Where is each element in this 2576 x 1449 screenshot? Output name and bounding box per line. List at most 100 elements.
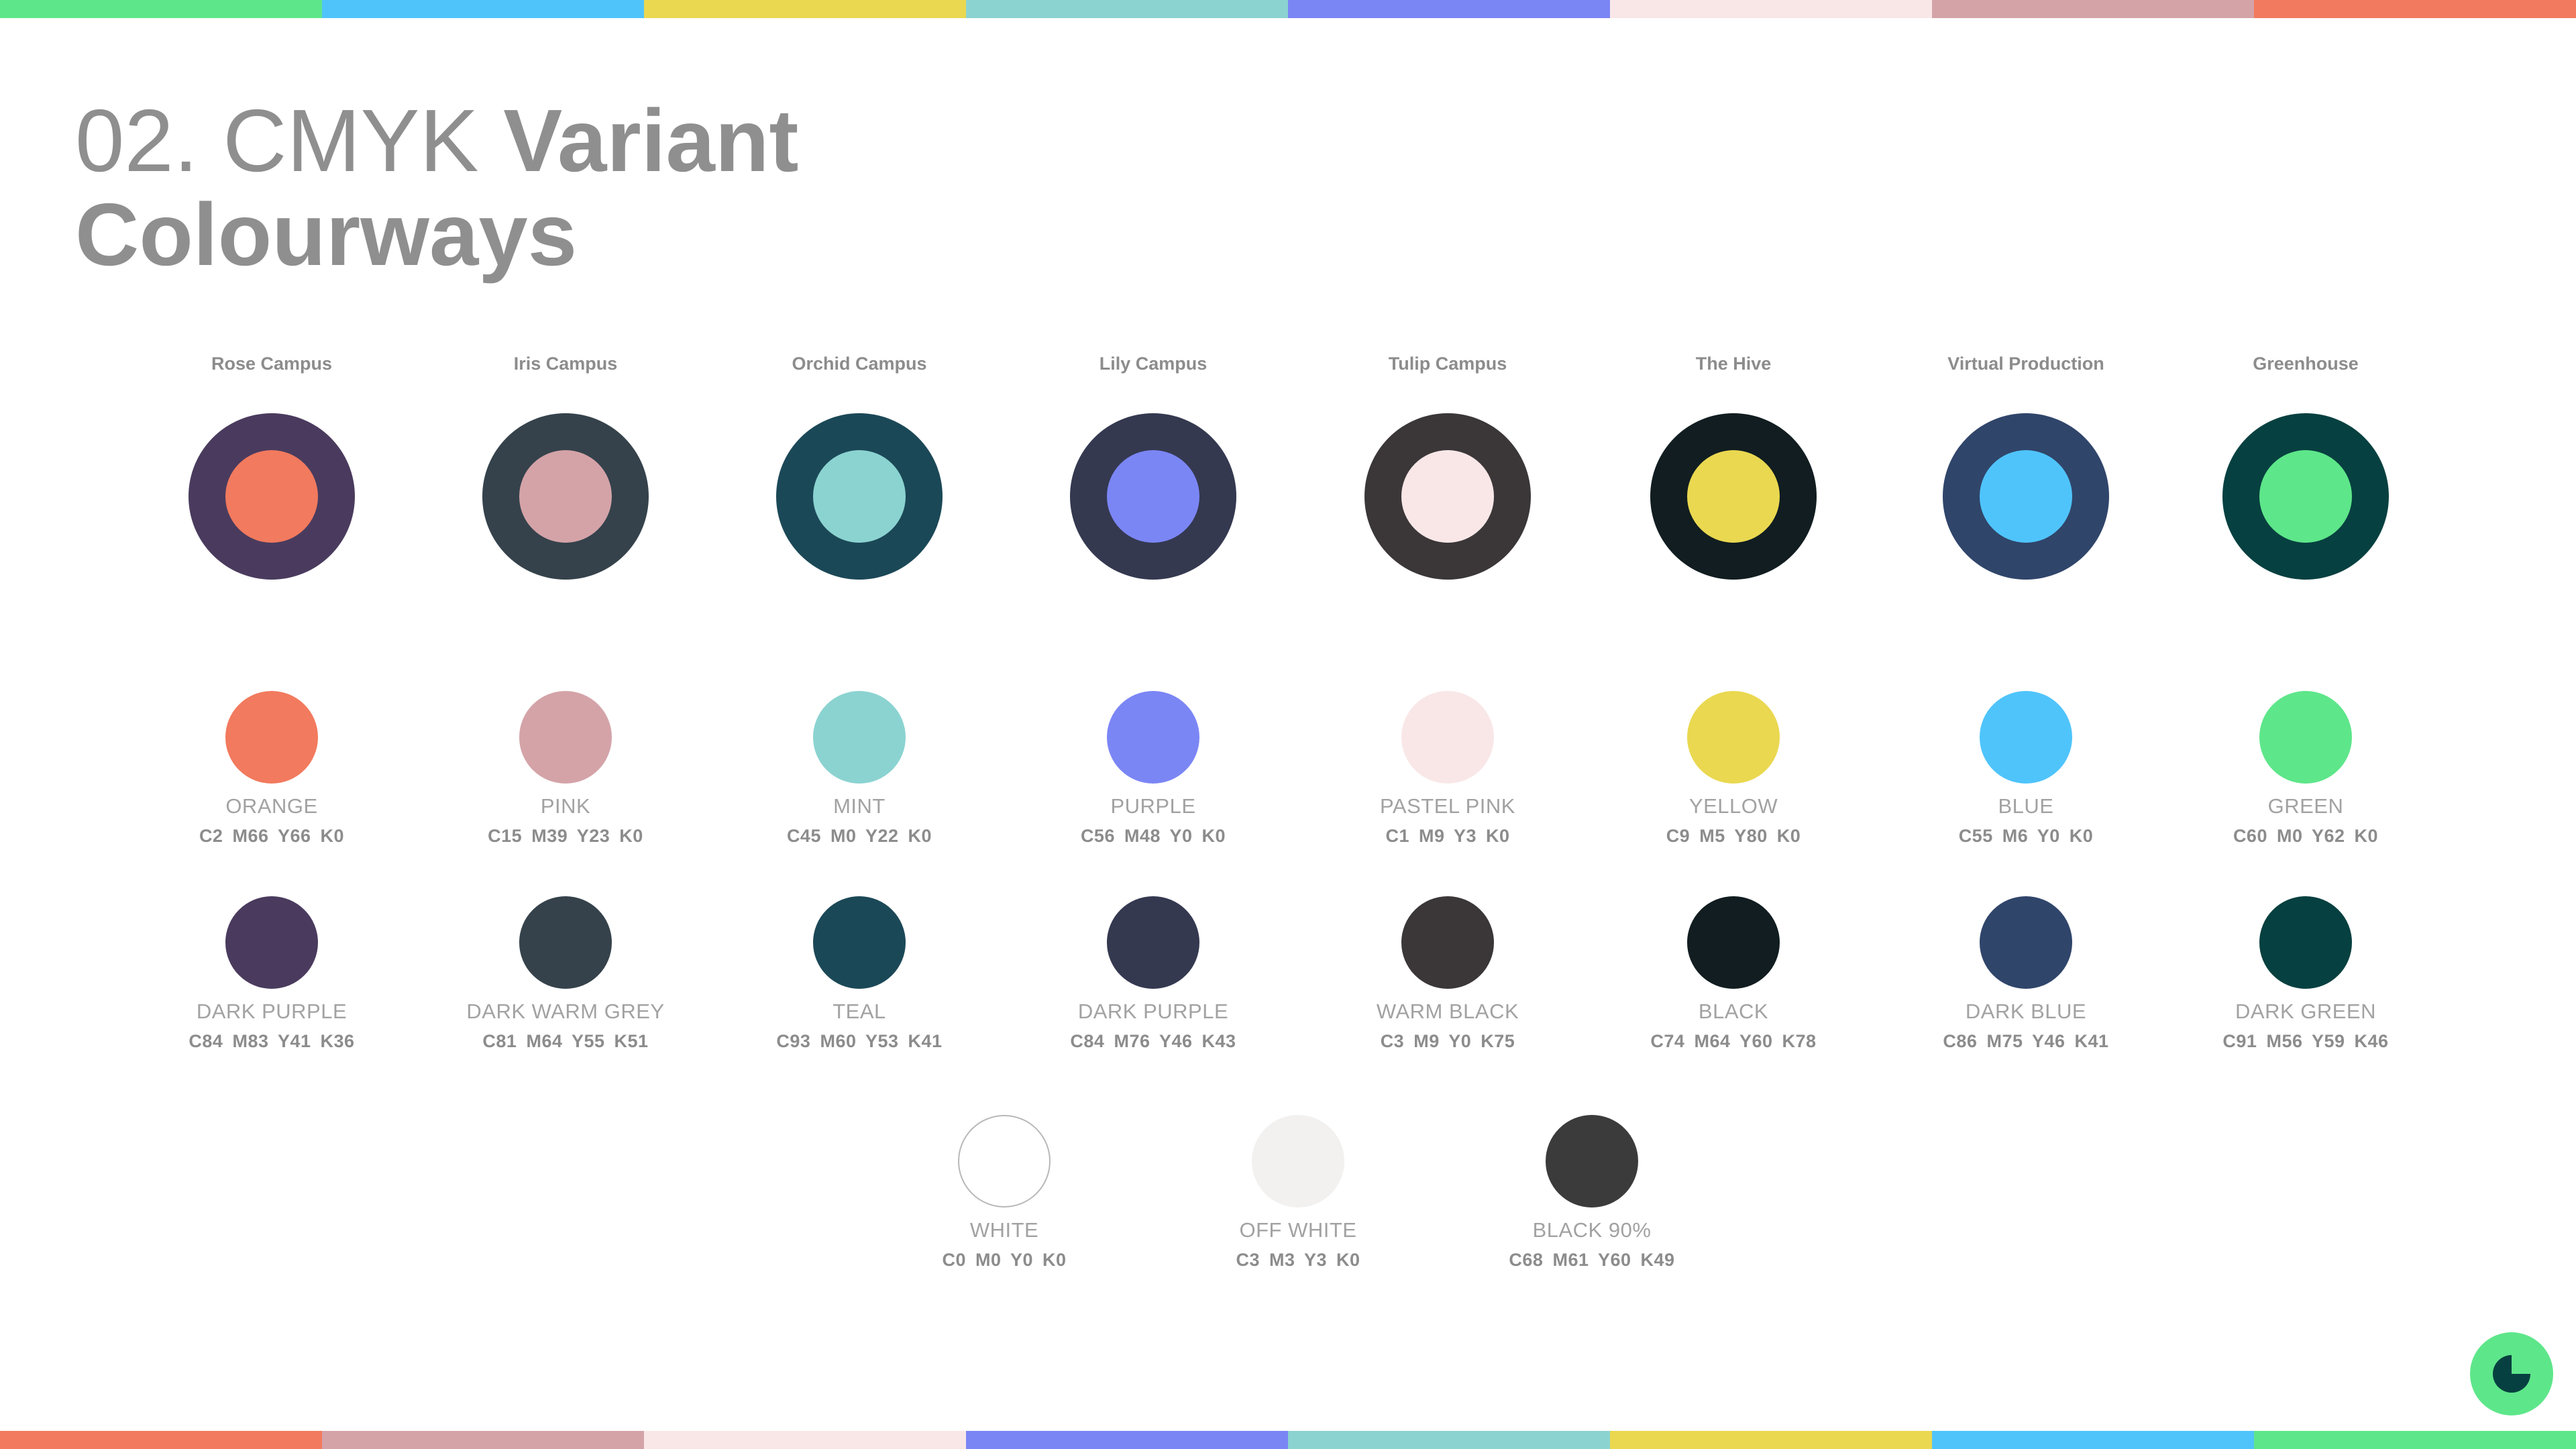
swatch-name: BLACK 90% [1532,1218,1652,1242]
brand-logo-icon [2470,1332,2553,1415]
title-colourways: Colourways [75,185,578,284]
campus-item: Iris Campus [418,350,713,580]
swatch-dot [1980,896,2072,989]
campus-ring-inner [1687,450,1780,543]
swatch-name: DARK GREEN [2235,1000,2376,1023]
bottom-stripe-segment [1932,1431,2254,1449]
color-swatch: BLACK 90% C68 M61 Y60 K49 [1451,1115,1733,1272]
swatch-name: WARM BLACK [1376,1000,1519,1023]
swatch-name: DARK PURPLE [1077,1000,1229,1023]
color-swatch: PASTEL PINK C1 M9 Y3 K0 [1307,691,1589,848]
campus-ring-inner [1401,450,1494,543]
swatch-name: PURPLE [1110,794,1196,818]
swatch-cmyk-code: C45 M0 Y22 K0 [786,826,932,846]
swatch-dot [1252,1115,1344,1208]
swatch-dot [1107,896,1199,989]
swatch-dot [225,691,318,784]
swatch-cmyk-code: C56 M48 Y0 K0 [1080,826,1226,846]
swatch-dot [1401,896,1494,989]
swatch-dot [1546,1115,1638,1208]
swatch-dot [813,896,906,989]
campus-ring [2222,413,2389,580]
swatch-cmyk-code: C84 M83 Y41 K36 [189,1031,355,1051]
campus-ring-inner [1107,450,1199,543]
bottom-stripe-segment [2254,1431,2576,1449]
campus-ring [482,413,649,580]
color-swatch: YELLOW C9 M5 Y80 K0 [1593,691,1874,848]
swatch-cmyk-code: C3 M3 Y3 K0 [1236,1250,1360,1270]
top-stripe-segment [2254,0,2576,18]
swatch-name: PASTEL PINK [1380,794,1515,818]
color-swatch: OFF WHITE C3 M3 Y3 K0 [1157,1115,1439,1272]
color-swatch: WARM BLACK C3 M9 Y0 K75 [1307,896,1589,1053]
swatch-cmyk-code: C84 M76 Y46 K43 [1070,1031,1236,1051]
campus-item: Tulip Campus [1300,350,1595,580]
swatch-name: DARK BLUE [1965,1000,2087,1023]
campus-name: Rose Campus [211,354,333,374]
swatch-name: DARK PURPLE [196,1000,347,1023]
swatch-dot [2259,896,2352,989]
campus-ring-inner [1980,450,2072,543]
top-stripe-segment [966,0,1288,18]
swatch-cmyk-code: C91 M56 Y59 K46 [2222,1031,2389,1051]
swatch-dot [1401,691,1494,784]
campus-name: The Hive [1695,354,1772,374]
campus-name: Greenhouse [2253,354,2359,374]
swatch-name: BLUE [1998,794,2054,818]
title-number: 02. CMYK [75,91,479,190]
top-stripe-segment [1288,0,1610,18]
color-swatch: WHITE C0 M0 Y0 K0 [863,1115,1145,1272]
swatch-dot [519,691,612,784]
swatch-dot [813,691,906,784]
campus-ring [1650,413,1817,580]
campus-item: Greenhouse [2158,350,2453,580]
swatch-cmyk-code: C1 M9 Y3 K0 [1385,826,1510,846]
swatch-name: WHITE [969,1218,1039,1242]
swatch-name: YELLOW [1688,794,1778,818]
swatch-dot [1687,691,1780,784]
swatch-cmyk-code: C93 M60 Y53 K41 [776,1031,943,1051]
swatch-dot [225,896,318,989]
swatch-dot [1107,691,1199,784]
swatch-cmyk-code: C60 M0 Y62 K0 [2233,826,2379,846]
campus-ring [1943,413,2109,580]
campus-item: Rose Campus [124,350,419,580]
color-swatch: DARK BLUE C86 M75 Y46 K41 [1885,896,2167,1053]
campus-name: Virtual Production [1947,354,2104,374]
campus-name: Iris Campus [513,354,618,374]
top-stripe-segment [644,0,966,18]
color-swatch: BLUE C55 M6 Y0 K0 [1885,691,2167,848]
swatch-cmyk-code: C0 M0 Y0 K0 [942,1250,1067,1270]
swatch-dot [1980,691,2072,784]
top-stripe-segment [1610,0,1932,18]
swatch-cmyk-code: C9 M5 Y80 K0 [1666,826,1801,846]
page-title: 02. CMYK Variant Colourways [75,94,798,282]
swatch-cmyk-code: C2 M66 Y66 K0 [199,826,345,846]
color-swatch: GREEN C60 M0 Y62 K0 [2165,691,2447,848]
color-swatch: MINT C45 M0 Y22 K0 [718,691,1000,848]
swatch-name: OFF WHITE [1239,1218,1357,1242]
campus-ring [1070,413,1236,580]
swatch-name: TEAL [833,1000,886,1023]
color-swatch: DARK PURPLE C84 M76 Y46 K43 [1012,896,1294,1053]
swatch-name: BLACK [1698,1000,1769,1023]
campus-ring-inner [813,450,906,543]
bottom-stripe-segment [1610,1431,1932,1449]
bottom-stripe-segment [644,1431,966,1449]
title-variant: Variant [503,91,799,190]
swatch-cmyk-code: C81 M64 Y55 K51 [482,1031,649,1051]
swatch-dot [2259,691,2352,784]
swatch-name: PINK [540,794,591,818]
campus-ring-inner [2259,450,2352,543]
campus-ring [776,413,943,580]
swatch-cmyk-code: C15 M39 Y23 K0 [488,826,643,846]
campus-name: Tulip Campus [1388,354,1507,374]
campus-ring [1364,413,1531,580]
swatch-dot [1687,896,1780,989]
campus-name: Lily Campus [1099,354,1208,374]
campus-item: Orchid Campus [712,350,1007,580]
bottom-color-stripe [0,1431,2576,1449]
color-swatch: DARK WARM GREY C81 M64 Y55 K51 [425,896,706,1053]
campus-item: Lily Campus [1006,350,1301,580]
campus-item: Virtual Production [1878,350,2174,580]
